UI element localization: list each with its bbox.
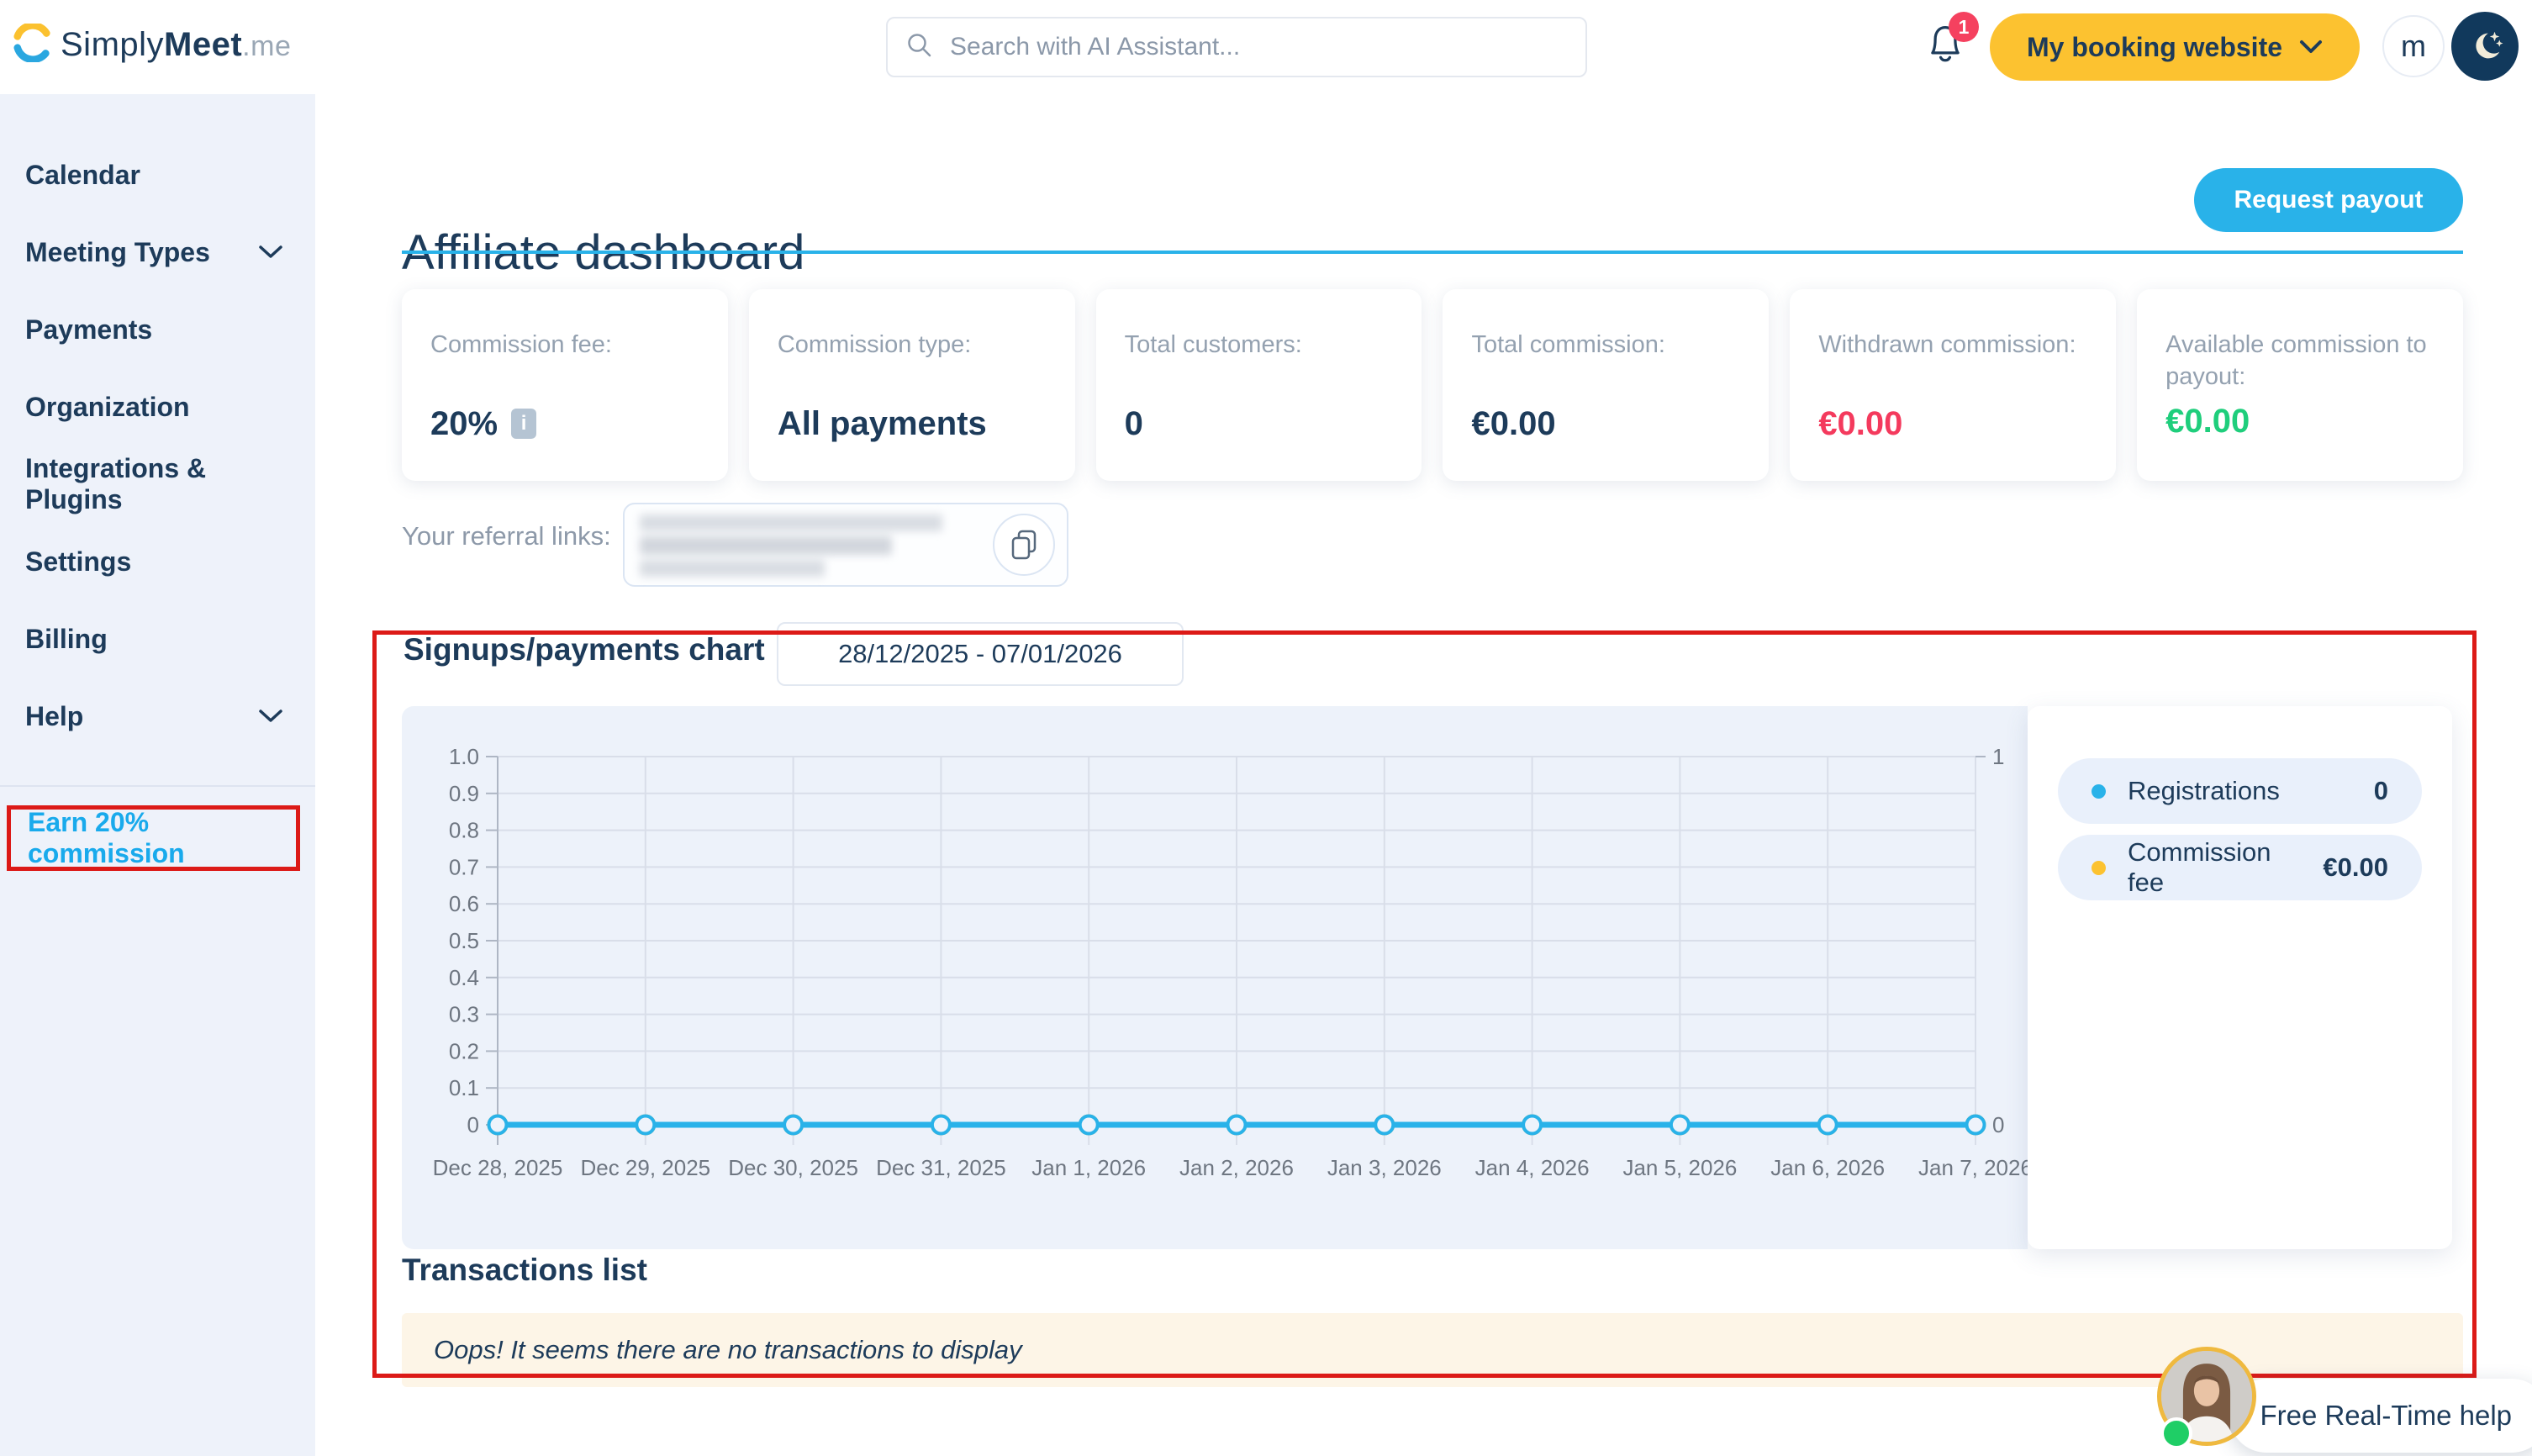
sidebar-item-help[interactable]: Help: [0, 678, 315, 755]
online-status-dot: [2160, 1417, 2192, 1449]
my-booking-website-button[interactable]: My booking website: [1990, 13, 2360, 81]
affiliate-dashboard-page: { "header": { "logo_simply": "Simply", "…: [0, 0, 2532, 1456]
transactions-list-title: Transactions list: [402, 1253, 647, 1288]
chat-help-label: Free Real-Time help: [2260, 1400, 2512, 1432]
sidebar-item-integrations-plugins[interactable]: Integrations & Plugins: [0, 446, 315, 523]
svg-text:0.9: 0.9: [449, 781, 479, 806]
redacted-referral-link: [640, 514, 959, 577]
chat-help-pill[interactable]: Free Real-Time help: [2229, 1379, 2532, 1453]
svg-text:Dec 28, 2025: Dec 28, 2025: [433, 1155, 563, 1180]
sidebar-item-settings[interactable]: Settings: [0, 523, 315, 600]
user-avatar[interactable]: m: [2382, 15, 2445, 77]
stat-card-commission-fee: Commission fee: 20% i: [402, 289, 728, 481]
svg-text:Jan 4, 2026: Jan 4, 2026: [1475, 1155, 1590, 1180]
svg-text:0.4: 0.4: [449, 965, 479, 990]
stat-card-withdrawn-commission: Withdrawn commission: €0.00: [1790, 289, 2116, 481]
svg-text:0: 0: [467, 1112, 479, 1137]
referral-link-box[interactable]: [623, 503, 1068, 587]
app-header: SimplyMeet.me 1 My booking website m: [0, 0, 2532, 94]
simplymeet-logo-icon: [13, 24, 52, 66]
svg-text:Jan 7, 2026: Jan 7, 2026: [1918, 1155, 2033, 1180]
svg-text:Dec 31, 2025: Dec 31, 2025: [876, 1155, 1006, 1180]
registrations-dot: [2092, 784, 2106, 799]
svg-text:1.0: 1.0: [449, 744, 479, 769]
referral-links-label: Your referral links:: [402, 521, 611, 551]
svg-text:Jan 3, 2026: Jan 3, 2026: [1327, 1155, 1442, 1180]
commission-fee-dot: [2092, 861, 2106, 875]
stat-card-total-commission: Total commission: €0.00: [1443, 289, 1769, 481]
svg-text:0.2: 0.2: [449, 1038, 479, 1063]
simplymeet-logo[interactable]: SimplyMeet.me: [13, 24, 291, 66]
copy-link-button[interactable]: [993, 514, 1055, 576]
svg-text:Jan 1, 2026: Jan 1, 2026: [1031, 1155, 1146, 1180]
chevron-down-icon: [258, 709, 283, 724]
svg-text:0.7: 0.7: [449, 854, 479, 879]
ai-search-bar[interactable]: [886, 17, 1587, 77]
moon-icon: [2466, 27, 2504, 66]
sidebar-divider: [0, 785, 315, 787]
legend-item-registrations[interactable]: Registrations 0: [2058, 758, 2422, 824]
legend-item-commission-fee[interactable]: Commission fee €0.00: [2058, 835, 2422, 900]
signups-payments-chart-card: 0 0.1 0.2 0.3 0.4 0.5 0.6 0.7 0.8 0.9 1.0 Dec 28, 2…: [402, 706, 2463, 1249]
earn-commission-annotation-box: Earn 20% commission: [7, 805, 300, 871]
sidebar-item-meeting-types[interactable]: Meeting Types: [0, 214, 315, 291]
stat-card-available-commission: Available commission to payout: €0.00: [2137, 289, 2463, 481]
dark-mode-toggle[interactable]: [2451, 12, 2519, 81]
notification-badge: 1: [1949, 12, 1979, 42]
svg-text:0.8: 0.8: [449, 818, 479, 843]
search-input[interactable]: [950, 33, 1569, 61]
title-divider: [402, 251, 2463, 254]
copy-icon: [1008, 528, 1040, 562]
search-icon: [905, 30, 935, 65]
request-payout-button[interactable]: Request payout: [2194, 168, 2463, 232]
main-content: Affiliate dashboard Request payout Commi…: [315, 94, 2532, 1456]
sidebar-item-calendar[interactable]: Calendar: [0, 136, 315, 214]
info-icon[interactable]: i: [511, 409, 536, 439]
chevron-down-icon: [2299, 40, 2323, 55]
svg-text:0.1: 0.1: [449, 1075, 479, 1100]
signups-payments-chart: 0 0.1 0.2 0.3 0.4 0.5 0.6 0.7 0.8 0.9 1.0 Dec 28, 2…: [402, 706, 2028, 1249]
svg-text:Jan 5, 2026: Jan 5, 2026: [1622, 1155, 1737, 1180]
sidebar: Calendar Meeting Types Payments Organiza…: [0, 94, 315, 1456]
sidebar-item-billing[interactable]: Billing: [0, 600, 315, 678]
transactions-empty-message: Oops! It seems there are no transactions…: [434, 1335, 1022, 1365]
chart-legend-panel: Registrations 0 Commission fee €0.00: [2028, 706, 2452, 1249]
sidebar-nav: Calendar Meeting Types Payments Organiza…: [0, 94, 315, 755]
sidebar-item-organization[interactable]: Organization: [0, 368, 315, 446]
svg-text:Jan 6, 2026: Jan 6, 2026: [1770, 1155, 1885, 1180]
logo-text: SimplyMeet.me: [61, 26, 291, 64]
svg-text:Dec 29, 2025: Dec 29, 2025: [580, 1155, 710, 1180]
chart-plot-area: 0 0.1 0.2 0.3 0.4 0.5 0.6 0.7 0.8 0.9 1.0 Dec 28, 2…: [402, 706, 2028, 1249]
svg-text:Dec 30, 2025: Dec 30, 2025: [728, 1155, 858, 1180]
svg-text:0.3: 0.3: [449, 1002, 479, 1027]
stats-cards-row: Commission fee: 20% i Commission type: A…: [402, 289, 2463, 481]
earn-commission-link[interactable]: Earn 20% commission: [28, 807, 296, 869]
transactions-empty-state: Oops! It seems there are no transactions…: [402, 1313, 2463, 1387]
svg-text:1: 1: [1992, 744, 2004, 769]
sidebar-item-payments[interactable]: Payments: [0, 291, 315, 368]
notifications-button[interactable]: 1: [1923, 20, 1982, 79]
svg-text:Jan 2, 2026: Jan 2, 2026: [1179, 1155, 1294, 1180]
date-range-picker[interactable]: 28/12/2025 - 07/01/2026: [777, 622, 1184, 686]
chart-section-title: Signups/payments chart: [404, 632, 765, 667]
stat-card-commission-type: Commission type: All payments: [749, 289, 1075, 481]
chevron-down-icon: [258, 245, 283, 260]
svg-text:0: 0: [1992, 1112, 2004, 1137]
stat-card-total-customers: Total customers: 0: [1096, 289, 1422, 481]
svg-text:0.6: 0.6: [449, 891, 479, 916]
svg-text:0.5: 0.5: [449, 928, 479, 953]
